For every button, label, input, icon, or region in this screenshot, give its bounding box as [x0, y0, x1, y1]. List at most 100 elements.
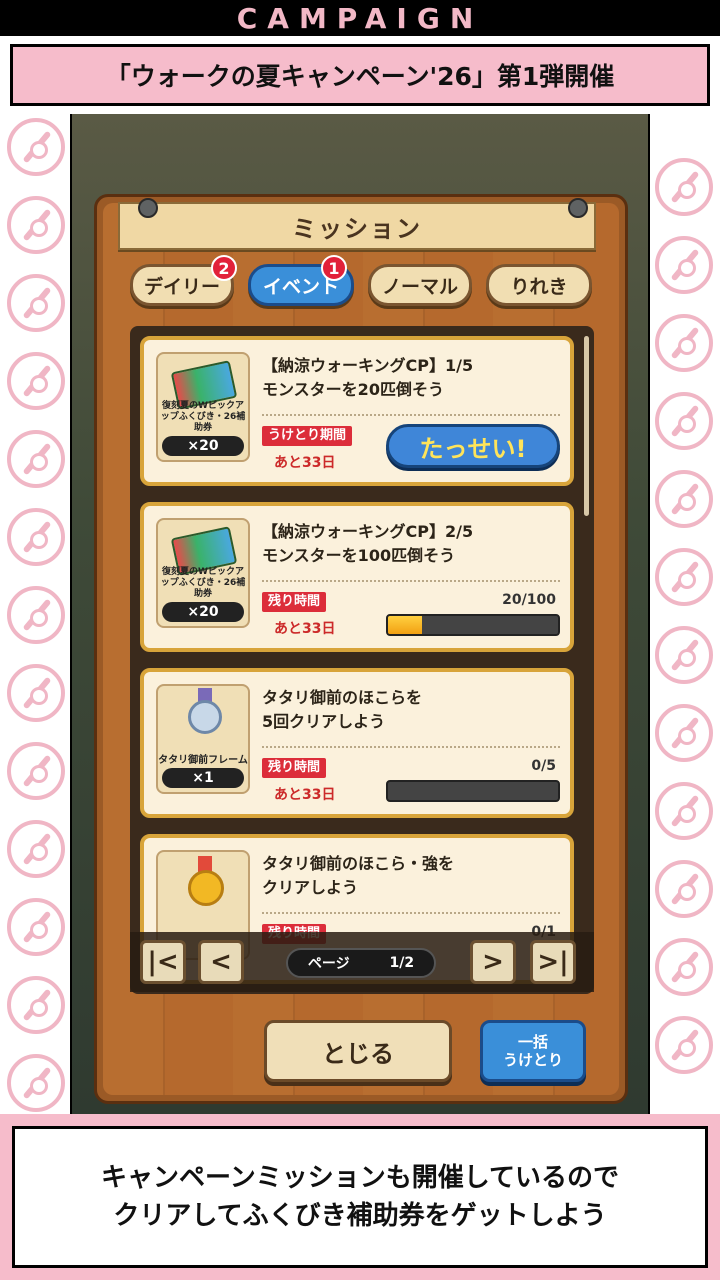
- progress-bar: [386, 780, 560, 802]
- close-label: とじる: [322, 1039, 394, 1068]
- title-banner: 「ウォークの夏キャンペーン'26」第1弾開催: [10, 44, 710, 106]
- prev-page-button[interactable]: <: [198, 940, 244, 984]
- achieve-label: たっせい!: [419, 434, 527, 463]
- mission-title-line: タタリ御前のほこらを: [262, 688, 423, 707]
- caption-line: クリアしてふくびき補助券をゲットしよう: [113, 1201, 607, 1231]
- compass-icon: [7, 352, 65, 410]
- close-button[interactable]: とじる: [264, 1020, 452, 1082]
- compass-icon: [655, 1016, 713, 1074]
- bulk-label: うけとり: [502, 1051, 563, 1069]
- reward-count: ×20: [162, 602, 244, 622]
- compass-icon: [7, 430, 65, 488]
- pager: |< < ページ 1/2 > >|: [130, 932, 594, 992]
- game-screen: ミッション デイリー 2 イベント 1 ノーマル りれき 復刻夏のWピックアップ…: [72, 114, 648, 1114]
- last-page-button[interactable]: >|: [530, 940, 576, 984]
- progress-text: 20/100: [502, 592, 556, 608]
- caption-box: キャンペーンミッションも開催しているので クリアしてふくびき補助券をゲットしよう: [0, 1114, 720, 1280]
- compass-icon: [7, 196, 65, 254]
- compass-icon: [655, 704, 713, 762]
- reward-count: ×1: [162, 768, 244, 788]
- top-bar: CAMPAIGN: [0, 0, 720, 36]
- mission-title: タタリ御前のほこら・強を クリアしよう: [262, 852, 562, 900]
- reward-name: 復刻夏のWピックアップふくびき・26補助券: [160, 401, 246, 433]
- page-label: ページ: [307, 956, 350, 972]
- status-tag: 残り時間: [262, 592, 327, 612]
- compass-icon: [7, 118, 65, 176]
- mission-title-line: タタリ御前のほこら・強を: [262, 854, 455, 873]
- bulk-label: 一括: [517, 1033, 548, 1051]
- compass-icon: [655, 470, 713, 528]
- mission-title-line: 5回クリアしよう: [262, 712, 386, 731]
- achieve-button[interactable]: たっせい!: [386, 424, 560, 468]
- progress-text: 0/5: [531, 758, 556, 774]
- mission-card: タタリ御前フレーム ×1 タタリ御前のほこらを 5回クリアしよう 残り時間 あと…: [140, 668, 574, 818]
- compass-icon: [655, 782, 713, 840]
- compass-icon: [7, 664, 65, 722]
- compass-icon: [655, 236, 713, 294]
- mission-title: 【納涼ウォーキングCP】1/5 モンスターを20匹倒そう: [262, 354, 562, 402]
- notification-badge: 2: [211, 255, 237, 281]
- mission-card: 復刻夏のWピックアップふくびき・26補助券 ×20 【納涼ウォーキングCP】2/…: [140, 502, 574, 652]
- compass-icon: [655, 626, 713, 684]
- status-tag: うけとり期間: [262, 426, 353, 446]
- compass-icon: [655, 158, 713, 216]
- compass-icon: [655, 314, 713, 372]
- pin-icon: [568, 198, 588, 218]
- panel-title: ミッション: [292, 214, 422, 243]
- days-remaining: あと33日: [274, 455, 336, 471]
- compass-icon: [7, 586, 65, 644]
- compass-icon: [7, 742, 65, 800]
- divider: [262, 414, 560, 416]
- compass-icon: [7, 274, 65, 332]
- status-tag: 残り時間: [262, 758, 327, 778]
- side-pattern-left: [0, 114, 72, 1114]
- compass-icon: [655, 392, 713, 450]
- panel-header: ミッション: [118, 202, 596, 250]
- progress-fill: [388, 616, 422, 634]
- mission-title-line: モンスターを100匹倒そう: [262, 546, 456, 565]
- reward-name: タタリ御前フレーム: [158, 755, 248, 766]
- reward-item[interactable]: 復刻夏のWピックアップふくびき・26補助券 ×20: [156, 518, 250, 628]
- days-remaining: あと33日: [274, 787, 336, 803]
- first-page-button[interactable]: |<: [140, 940, 186, 984]
- mission-title-line: 【納涼ウォーキングCP】2/5: [262, 522, 474, 541]
- compass-icon: [655, 548, 713, 606]
- tab-bar: デイリー 2 イベント 1 ノーマル りれき: [130, 255, 600, 308]
- mission-card: 復刻夏のWピックアップふくびき・26補助券 ×20 【納涼ウォーキングCP】1/…: [140, 336, 574, 486]
- reward-item[interactable]: タタリ御前フレーム ×1: [156, 684, 250, 794]
- bulk-claim-button[interactable]: 一括 うけとり: [480, 1020, 586, 1082]
- page-indicator: ページ 1/2: [286, 948, 436, 978]
- compass-icon: [7, 508, 65, 566]
- tab-daily[interactable]: デイリー 2: [130, 255, 237, 306]
- tab-label: ノーマル: [381, 275, 458, 298]
- tab-event[interactable]: イベント 1: [248, 255, 354, 306]
- pin-icon: [138, 198, 158, 218]
- tab-label: りれき: [510, 275, 568, 298]
- tab-label: デイリー: [143, 275, 220, 298]
- caption-inner: キャンペーンミッションも開催しているので クリアしてふくびき補助券をゲットしよう: [12, 1126, 708, 1268]
- compass-icon: [7, 898, 65, 956]
- mission-title-line: モンスターを20匹倒そう: [262, 380, 444, 399]
- mission-list[interactable]: 復刻夏のWピックアップふくびき・26補助券 ×20 【納涼ウォーキングCP】1/…: [130, 326, 594, 994]
- divider: [262, 580, 560, 582]
- frame-medal-icon: [188, 700, 222, 734]
- compass-icon: [7, 1054, 65, 1112]
- scrollbar[interactable]: [584, 336, 589, 516]
- gold-medal-icon: [188, 870, 224, 906]
- reward-item[interactable]: 復刻夏のWピックアップふくびき・26補助券 ×20: [156, 352, 250, 462]
- days-remaining: あと33日: [274, 621, 336, 637]
- compass-icon: [7, 820, 65, 878]
- reward-name: 復刻夏のWピックアップふくびき・26補助券: [160, 567, 246, 599]
- mission-title-line: 【納涼ウォーキングCP】1/5: [262, 356, 474, 375]
- page-value: 1/2: [389, 955, 415, 971]
- side-pattern-right: [648, 114, 720, 1114]
- compass-icon: [7, 976, 65, 1034]
- progress-bar: [386, 614, 560, 636]
- tab-history[interactable]: りれき: [486, 264, 592, 306]
- reward-count: ×20: [162, 436, 244, 456]
- tab-normal[interactable]: ノーマル: [368, 264, 472, 306]
- next-page-button[interactable]: >: [470, 940, 516, 984]
- mission-title: タタリ御前のほこらを 5回クリアしよう: [262, 686, 562, 734]
- title-box: 「ウォークの夏キャンペーン'26」第1弾開催: [0, 36, 720, 114]
- compass-icon: [655, 860, 713, 918]
